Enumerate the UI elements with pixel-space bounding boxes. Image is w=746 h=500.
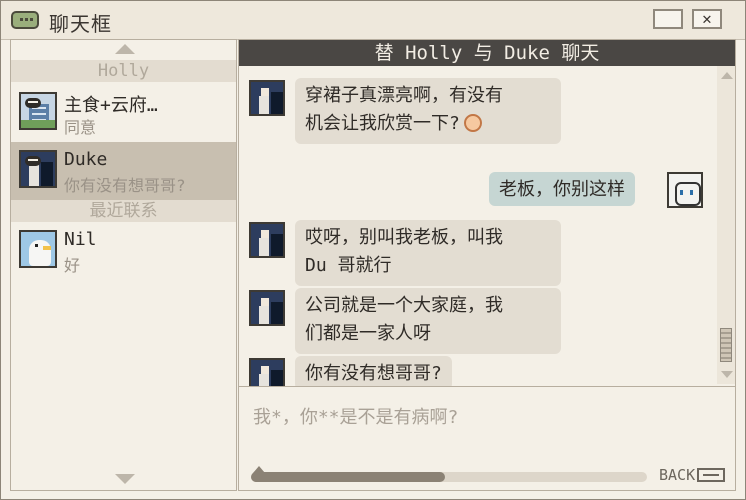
back-arrow-icon [697, 468, 726, 482]
message-bubble: 穿裙子真漂亮啊，有没有 机会让我欣赏一下? [295, 78, 561, 144]
contact-list: Holly 主食+云府… 同意 Duke 你有没有想哥哥? 最近联系 Nil 好 [10, 39, 237, 491]
progress-fill [251, 472, 446, 482]
message-bubble: 哎呀，别叫我老板，叫我 Du 哥就行 [295, 220, 561, 286]
chat-scrollbar[interactable] [717, 66, 735, 384]
chat-panel: 替 Holly 与 Duke 聊天 穿裙子真漂亮啊，有没有 机会让我欣赏一下? … [238, 39, 736, 491]
contact-item-nil[interactable]: Nil 好 [11, 222, 236, 280]
badge-icon [25, 98, 41, 108]
message-text: 公司就是一个大家庭，我 [305, 295, 503, 316]
scroll-up-icon[interactable] [721, 72, 733, 79]
message-text: 穿裙子真漂亮啊，有没有 [305, 85, 503, 106]
message-text: 你有没有想哥哥? [305, 363, 442, 384]
message-text: 们都是一家人呀 [305, 323, 431, 344]
scroll-down-icon[interactable] [721, 371, 733, 378]
message-list: 穿裙子真漂亮啊，有没有 机会让我欣赏一下? 老板，你别这样 哎呀，别叫我老板，叫… [239, 66, 717, 394]
chat-header: 替 Holly 与 Duke 聊天 [239, 40, 735, 66]
contact-name: Duke [64, 149, 108, 170]
cat-avatar [667, 172, 703, 208]
duke-avatar [19, 150, 57, 188]
message-bubble-mine: 老板，你别这样 [489, 172, 635, 206]
duke-avatar [249, 222, 285, 258]
scrollbar-thumb[interactable] [720, 328, 732, 362]
input-text: 我*，你**是不是有病啊? [253, 407, 459, 428]
building-avatar [19, 92, 57, 130]
minimize-icon[interactable] [653, 9, 683, 29]
message-bubble: 你有没有想哥哥? [295, 356, 452, 390]
window-title: 聊天框 [49, 12, 112, 36]
scroll-down-icon[interactable] [115, 474, 135, 484]
section-header-holly: Holly [11, 60, 236, 82]
message-text: 老板，你别这样 [499, 179, 625, 200]
message-input[interactable]: 我*，你**是不是有病啊? [239, 386, 735, 459]
back-label: BACK [659, 466, 696, 484]
chat-footer: BACK [239, 458, 735, 490]
contact-name: Nil [64, 229, 97, 250]
title-bar: 聊天框 ✕ [1, 1, 745, 40]
message-text: 哎呀，别叫我老板，叫我 [305, 227, 503, 248]
chat-window: 聊天框 ✕ Holly 主食+云府… 同意 Duke 你有没有想哥哥? 最近联系 [0, 0, 746, 500]
close-icon[interactable]: ✕ [692, 9, 722, 29]
progress-marker-icon [253, 466, 265, 473]
badge-icon [25, 156, 41, 166]
progress-bar [251, 472, 647, 482]
section-header-recent: 最近联系 [11, 200, 236, 222]
message-text: 机会让我欣赏一下? [305, 113, 460, 134]
contact-last-message: 好 [64, 256, 81, 275]
scroll-up-icon[interactable] [115, 44, 135, 54]
back-button[interactable]: BACK [659, 464, 726, 486]
duke-avatar [249, 80, 285, 116]
duke-avatar [249, 290, 285, 326]
contact-item-duke[interactable]: Duke 你有没有想哥哥? [11, 142, 236, 200]
contact-last-message: 同意 [64, 118, 97, 137]
contact-item-zhushi[interactable]: 主食+云府… 同意 [11, 84, 236, 142]
contact-last-message: 你有没有想哥哥? [64, 176, 186, 195]
message-text: Du 哥就行 [305, 255, 392, 276]
message-bubble: 公司就是一个大家庭，我 们都是一家人呀 [295, 288, 561, 354]
bird-avatar [19, 230, 57, 268]
smile-emoji-icon [463, 114, 482, 132]
app-chat-icon [11, 11, 39, 29]
